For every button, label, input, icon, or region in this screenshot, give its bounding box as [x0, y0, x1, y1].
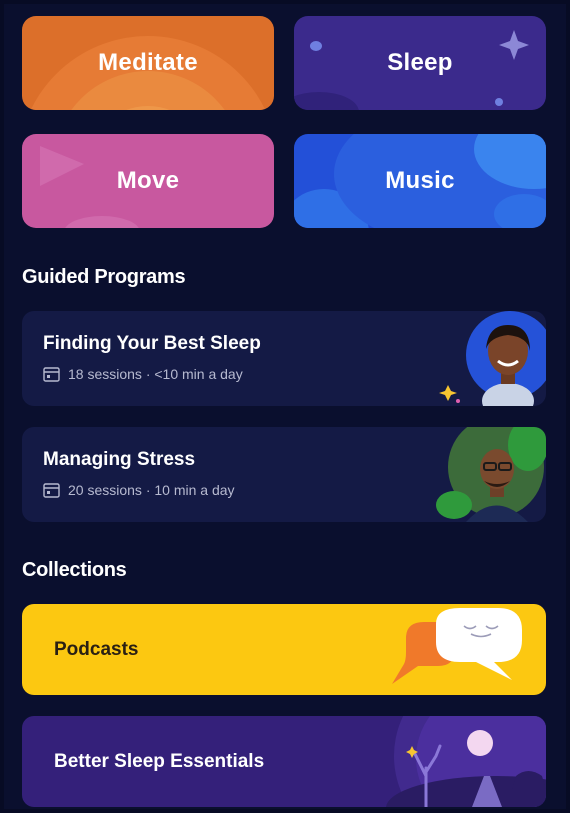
sleep-tile[interactable]: Sleep [294, 16, 546, 110]
sleep-label: Sleep [387, 49, 453, 76]
move-label: Move [116, 167, 180, 194]
program-title: Managing Stress [43, 449, 196, 470]
music-label: Music [385, 167, 455, 194]
app-screen: Meditate Sleep Move Music Guided Program… [4, 4, 566, 809]
program-title: Finding Your Best Sleep [43, 333, 261, 354]
program-card-managing-stress[interactable]: Managing Stress 20 sessions · 10 min a d… [22, 427, 546, 522]
program-meta: 18 sessions · <10 min a day [43, 366, 243, 382]
collection-podcasts[interactable]: Podcasts [22, 604, 546, 695]
collections-heading: Collections [22, 559, 127, 581]
instructor-avatar [439, 311, 546, 406]
collection-better-sleep-essentials[interactable]: Better Sleep Essentials [22, 716, 546, 807]
music-tile[interactable]: Music [294, 134, 546, 228]
collection-title: Podcasts [54, 638, 139, 660]
program-meta: 20 sessions · 10 min a day [43, 482, 235, 498]
program-sessions: 18 sessions · <10 min a day [68, 366, 243, 382]
collection-title: Better Sleep Essentials [54, 750, 265, 772]
guided-programs-heading: Guided Programs [22, 266, 186, 288]
calendar-icon [43, 366, 60, 382]
program-card-best-sleep[interactable]: Finding Your Best Sleep 18 sessions · <1… [22, 311, 546, 406]
move-tile[interactable]: Move [22, 134, 274, 228]
instructor-avatar [436, 427, 546, 522]
meditate-label: Meditate [98, 49, 198, 76]
calendar-icon [43, 482, 60, 498]
speech-bubbles-icon [392, 608, 522, 684]
night-scene-art [386, 716, 546, 807]
program-sessions: 20 sessions · 10 min a day [68, 482, 235, 498]
meditate-tile[interactable]: Meditate [22, 16, 274, 110]
